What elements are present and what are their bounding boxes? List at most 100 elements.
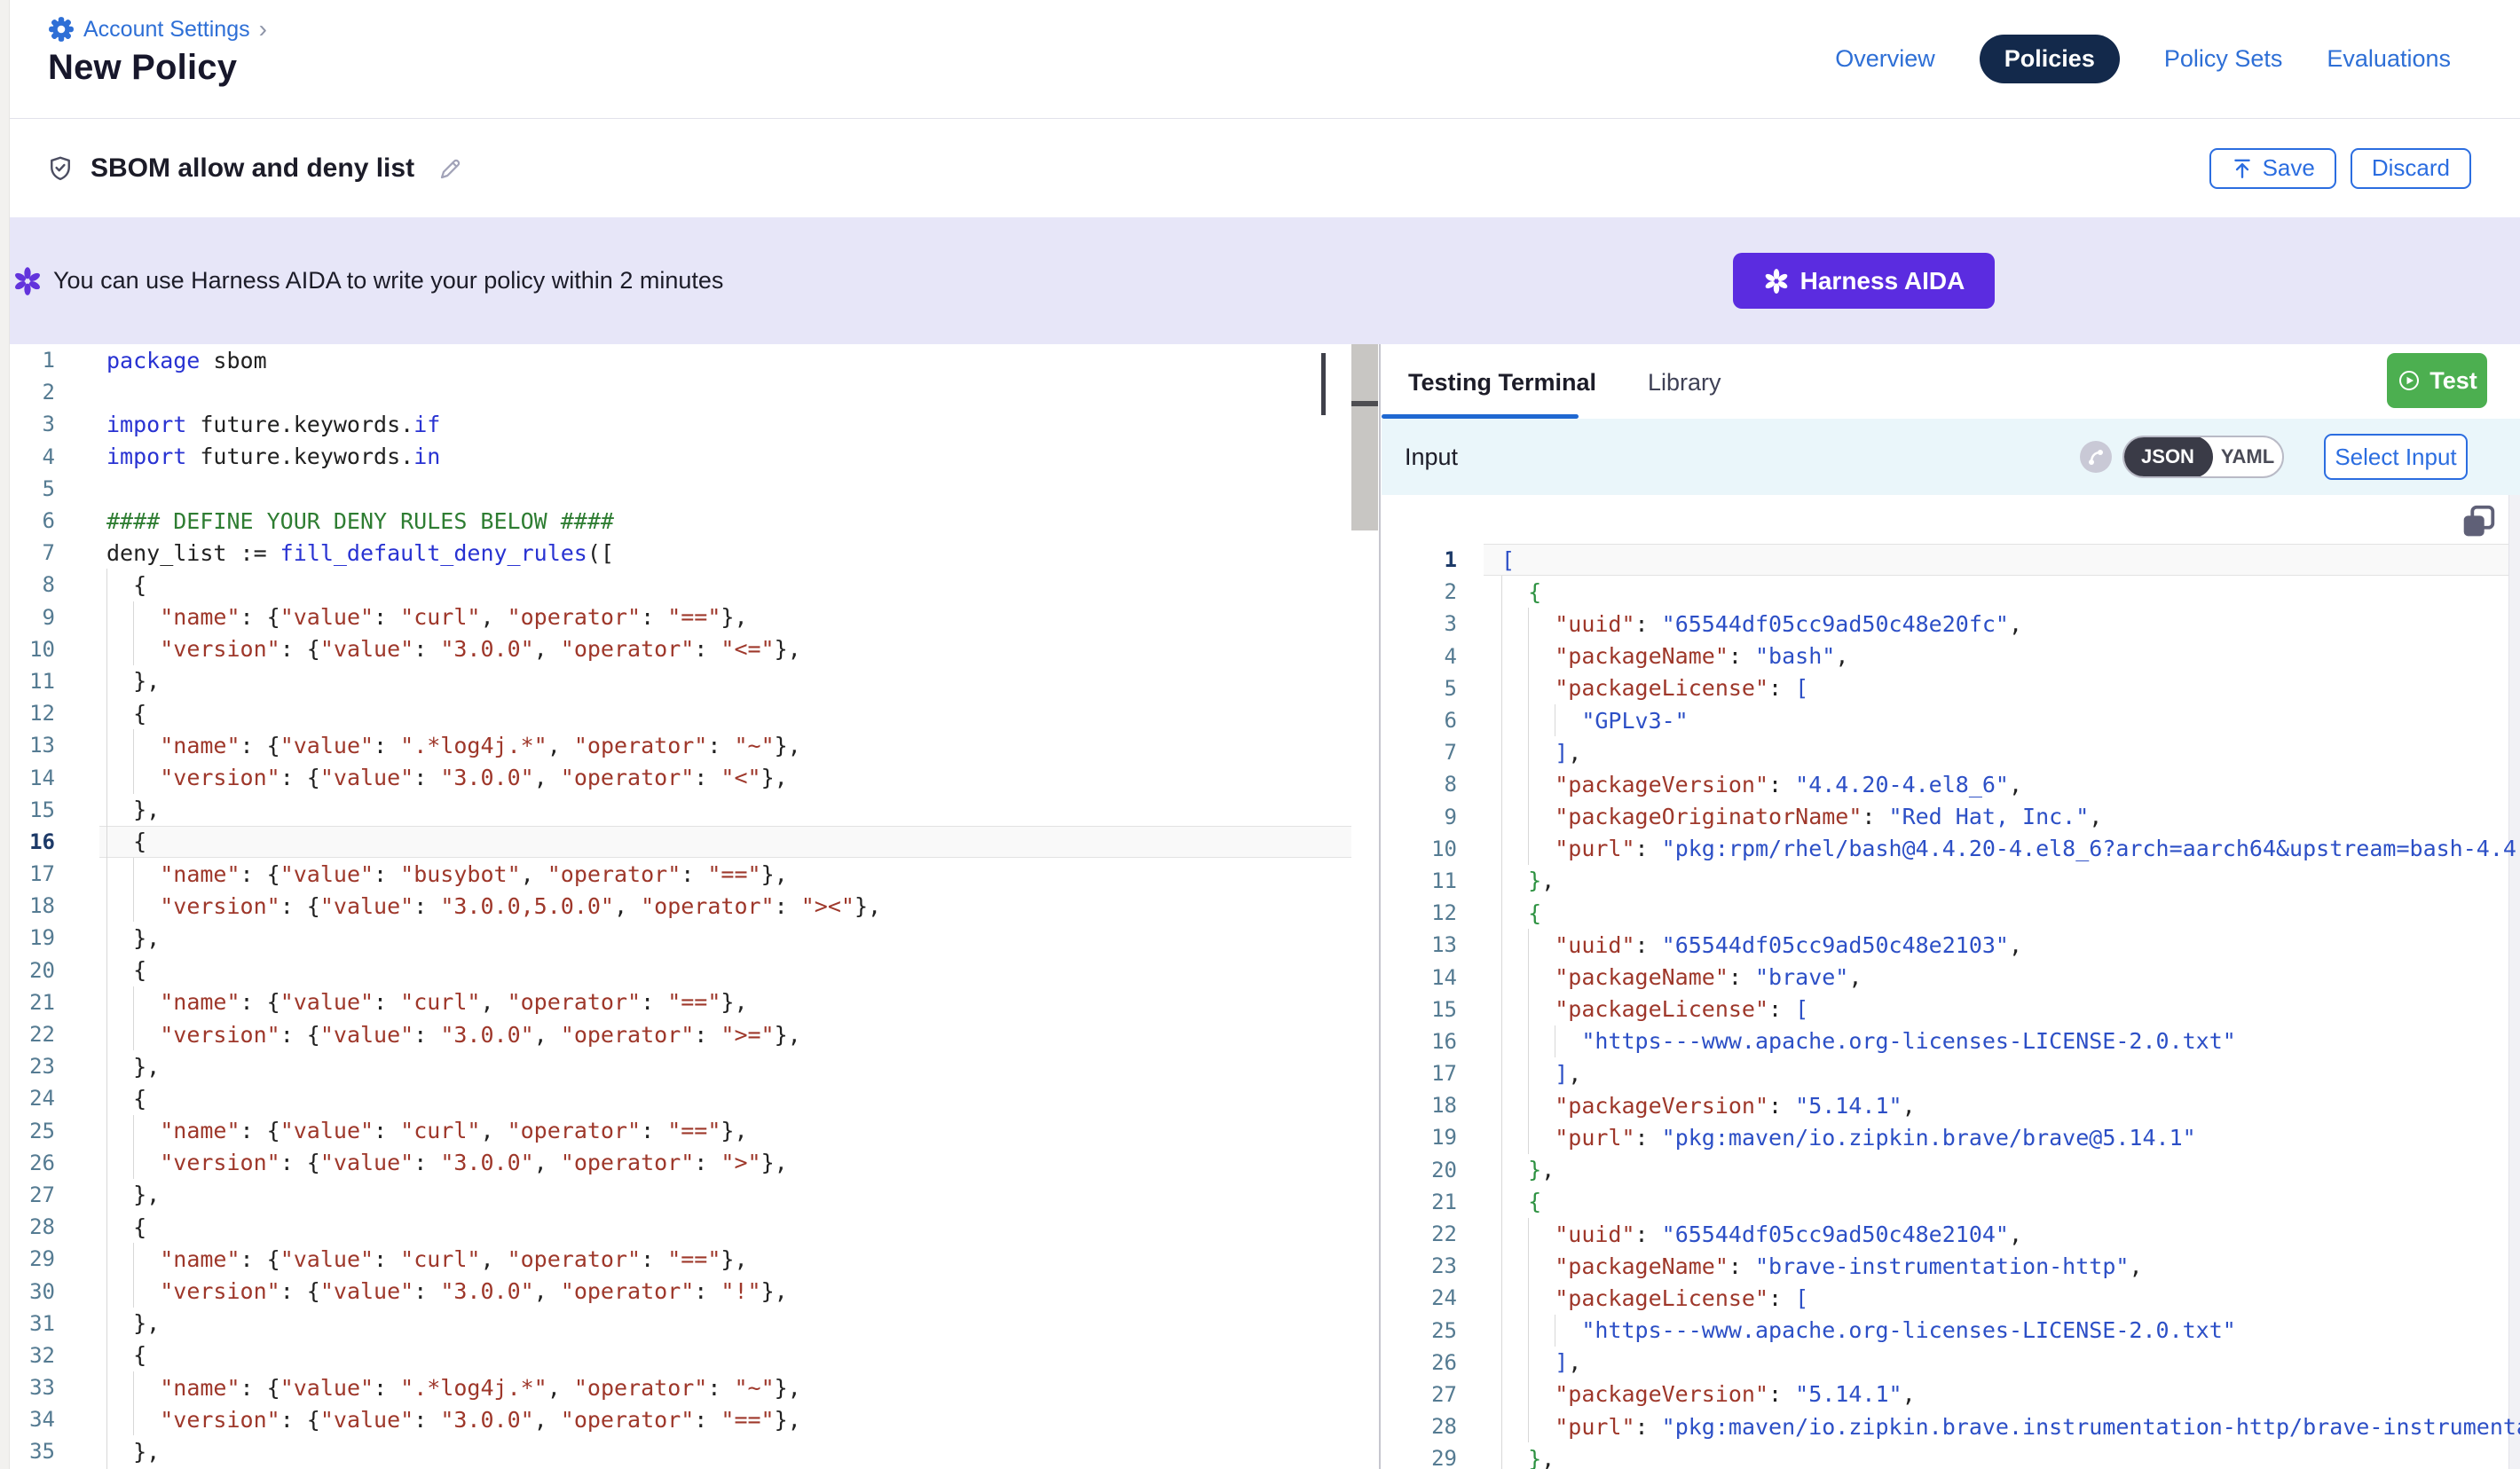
code-line[interactable]: 15 },: [0, 794, 1379, 826]
code-text: "packageVersion": "5.14.1",: [1484, 1381, 1916, 1407]
code-line[interactable]: 28 {: [0, 1211, 1379, 1243]
json-line[interactable]: 18 "packageVersion": "5.14.1",: [1382, 1089, 2520, 1121]
discard-button[interactable]: Discard: [2351, 148, 2471, 189]
json-line[interactable]: 20 },: [1382, 1154, 2520, 1186]
code-line[interactable]: 18 "version": {"value": "3.0.0,5.0.0", "…: [0, 890, 1379, 922]
json-line[interactable]: 8 "packageVersion": "4.4.20-4.el8_6",: [1382, 768, 2520, 800]
code-line[interactable]: 30 "version": {"value": "3.0.0", "operat…: [0, 1275, 1379, 1307]
format-toggle-yaml[interactable]: YAML: [2213, 437, 2282, 476]
code-line[interactable]: 5: [0, 473, 1379, 505]
line-number: 12: [0, 701, 99, 726]
input-json-editor[interactable]: 1[2 {3 "uuid": "65544df05cc9ad50c48e20fc…: [1382, 495, 2520, 1469]
breadcrumb-link-account-settings[interactable]: Account Settings: [83, 17, 250, 43]
tab-testing-terminal[interactable]: Testing Terminal: [1408, 369, 1596, 397]
json-line[interactable]: 29 },: [1382, 1442, 2520, 1469]
code-line[interactable]: 14 "version": {"value": "3.0.0", "operat…: [0, 761, 1379, 793]
code-line[interactable]: 23 },: [0, 1050, 1379, 1082]
tab-evaluations[interactable]: Evaluations: [2327, 45, 2451, 73]
json-line[interactable]: 22 "uuid": "65544df05cc9ad50c48e2104",: [1382, 1218, 2520, 1250]
json-line[interactable]: 28 "purl": "pkg:maven/io.zipkin.brave.in…: [1382, 1410, 2520, 1442]
code-line[interactable]: 7deny_list := fill_default_deny_rules([: [0, 537, 1379, 569]
json-line[interactable]: 6 "GPLv3-": [1382, 704, 2520, 736]
code-line[interactable]: 21 "name": {"value": "curl", "operator":…: [0, 986, 1379, 1018]
json-line[interactable]: 4 "packageName": "bash",: [1382, 640, 2520, 672]
line-number: 13: [0, 733, 99, 758]
tab-overview[interactable]: Overview: [1835, 45, 1935, 73]
code-line[interactable]: 22 "version": {"value": "3.0.0", "operat…: [0, 1018, 1379, 1050]
code-text: package sbom: [99, 348, 267, 373]
code-line[interactable]: 8 {: [0, 569, 1379, 601]
json-line[interactable]: 23 "packageName": "brave-instrumentation…: [1382, 1250, 2520, 1282]
policy-code-editor[interactable]: 1package sbom23import future.keywords.if…: [0, 344, 1379, 1469]
json-line[interactable]: 15 "packageLicense": [: [1382, 994, 2520, 1025]
code-line[interactable]: 17 "name": {"value": "busybot", "operato…: [0, 858, 1379, 890]
line-number: 18: [1382, 1093, 1484, 1118]
code-line[interactable]: 19 },: [0, 922, 1379, 954]
code-line[interactable]: 9 "name": {"value": "curl", "operator": …: [0, 601, 1379, 633]
json-line[interactable]: 27 "packageVersion": "5.14.1",: [1382, 1379, 2520, 1410]
code-line[interactable]: 34 "version": {"value": "3.0.0", "operat…: [0, 1403, 1379, 1435]
code-line[interactable]: 25 "name": {"value": "curl", "operator":…: [0, 1115, 1379, 1147]
code-line[interactable]: 33 "name": {"value": ".*log4j.*", "opera…: [0, 1371, 1379, 1403]
json-line[interactable]: 5 "packageLicense": [: [1382, 672, 2520, 704]
code-line[interactable]: 6#### DEFINE YOUR DENY RULES BELOW ####: [0, 505, 1379, 537]
json-line[interactable]: 24 "packageLicense": [: [1382, 1282, 2520, 1314]
panel-divider[interactable]: [1379, 344, 1381, 1469]
json-line[interactable]: 16 "https---www.apache.org-licenses-LICE…: [1382, 1025, 2520, 1057]
line-number: 27: [0, 1182, 99, 1207]
json-line[interactable]: 19 "purl": "pkg:maven/io.zipkin.brave/br…: [1382, 1121, 2520, 1153]
code-line[interactable]: 4import future.keywords.in: [0, 441, 1379, 473]
select-input-button[interactable]: Select Input: [2324, 434, 2468, 480]
code-text: },: [99, 1182, 160, 1207]
code-text: {: [1484, 1189, 1541, 1214]
code-line[interactable]: 11 },: [0, 665, 1379, 697]
code-line[interactable]: 10 "version": {"value": "3.0.0", "operat…: [0, 633, 1379, 665]
code-line[interactable]: 29 "name": {"value": "curl", "operator":…: [0, 1243, 1379, 1275]
code-line[interactable]: 1package sbom: [0, 344, 1379, 376]
json-line[interactable]: 14 "packageName": "brave",: [1382, 961, 2520, 993]
tab-library[interactable]: Library: [1648, 369, 1721, 397]
json-line[interactable]: 26 ],: [1382, 1347, 2520, 1379]
json-line[interactable]: 17 ],: [1382, 1057, 2520, 1089]
json-line[interactable]: 2 {: [1382, 576, 2520, 608]
code-text: "purl": "pkg:maven/io.zipkin.brave.instr…: [1484, 1414, 2520, 1440]
json-line[interactable]: 1[: [1382, 544, 2520, 576]
code-line[interactable]: 24 {: [0, 1082, 1379, 1114]
code-text: "version": {"value": "3.0.0", "operator"…: [99, 1407, 801, 1433]
editor-scrollbar-thumb[interactable]: [1351, 344, 1378, 530]
json-line[interactable]: 13 "uuid": "65544df05cc9ad50c48e2103",: [1382, 929, 2520, 961]
format-toggle[interactable]: JSON YAML: [2122, 436, 2284, 478]
copy-icon[interactable]: [2458, 502, 2499, 543]
harness-aida-button[interactable]: Harness AIDA: [1733, 253, 1995, 309]
code-line[interactable]: 16 {: [0, 826, 1379, 858]
json-line[interactable]: 3 "uuid": "65544df05cc9ad50c48e20fc",: [1382, 608, 2520, 640]
tab-policy-sets[interactable]: Policy Sets: [2164, 45, 2283, 73]
json-line[interactable]: 25 "https---www.apache.org-licenses-LICE…: [1382, 1315, 2520, 1347]
code-line[interactable]: 32 {: [0, 1339, 1379, 1371]
edit-pencil-icon[interactable]: [437, 155, 464, 182]
code-line[interactable]: 20 {: [0, 954, 1379, 986]
code-line[interactable]: 12 {: [0, 697, 1379, 729]
code-line[interactable]: 3import future.keywords.if: [0, 408, 1379, 440]
json-line[interactable]: 12 {: [1382, 897, 2520, 929]
save-button[interactable]: Save: [2209, 148, 2336, 189]
code-line[interactable]: 2: [0, 376, 1379, 408]
json-line[interactable]: 10 "purl": "pkg:rpm/rhel/bash@4.4.20-4.e…: [1382, 833, 2520, 865]
line-number: 19: [1382, 1125, 1484, 1150]
code-line[interactable]: 26 "version": {"value": "3.0.0", "operat…: [0, 1147, 1379, 1179]
tab-policies[interactable]: Policies: [1980, 35, 2120, 83]
json-line[interactable]: 9 "packageOriginatorName": "Red Hat, Inc…: [1382, 801, 2520, 833]
current-line-highlight: [1484, 544, 2509, 576]
code-line[interactable]: 35 },: [0, 1435, 1379, 1467]
test-button[interactable]: Test: [2387, 353, 2487, 408]
code-line[interactable]: 27 },: [0, 1179, 1379, 1211]
json-line[interactable]: 11 },: [1382, 865, 2520, 897]
code-line[interactable]: 31 },: [0, 1308, 1379, 1339]
json-line[interactable]: 7 ],: [1382, 736, 2520, 768]
json-scrollbar-track[interactable]: [2508, 495, 2520, 1469]
json-line[interactable]: 21 {: [1382, 1186, 2520, 1218]
format-toggle-json[interactable]: JSON: [2122, 436, 2213, 478]
code-line[interactable]: 13 "name": {"value": ".*log4j.*", "opera…: [0, 729, 1379, 761]
branch-icon[interactable]: [2080, 441, 2112, 473]
panel-resize-handle[interactable]: [1321, 353, 1326, 415]
